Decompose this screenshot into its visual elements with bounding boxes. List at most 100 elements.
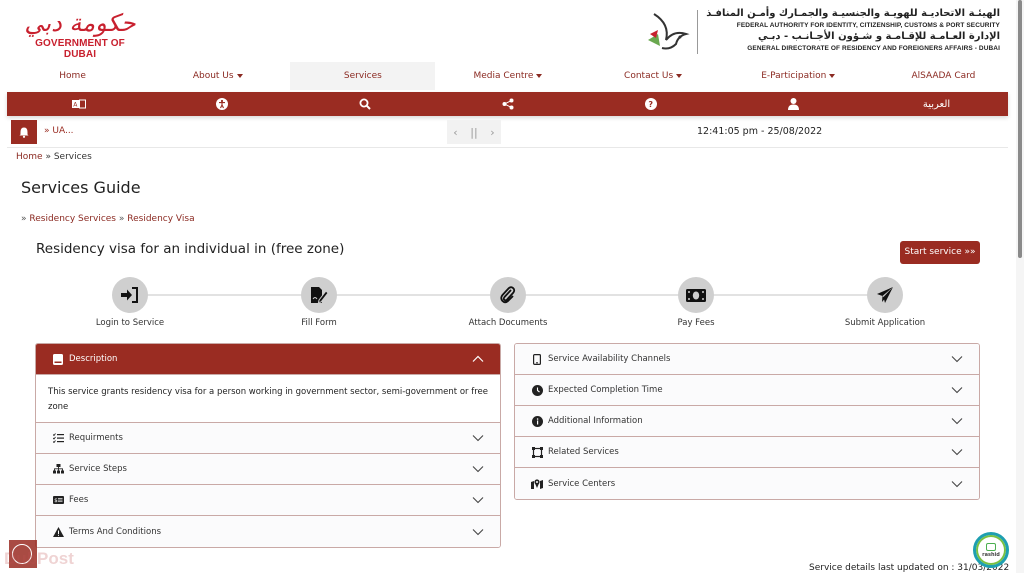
chat-icon [986,542,996,551]
accordion-additional-info-header[interactable]: Additional Information [515,406,979,437]
accordion-requirements-header[interactable]: Requirments [36,423,500,454]
government-of-dubai-logo[interactable]: حكومة دبي GOVERNMENT OF DUBAI [18,8,142,60]
residency-visa-link[interactable]: Residency Visa [127,214,194,224]
nav-alsaada-card[interactable]: AlSAADA Card [871,62,1016,90]
form-edit-icon [311,287,328,304]
nav-about-us[interactable]: About Us [145,62,290,90]
authority-line-ar-1: الهيئـة الاتحاديـة للهويـة والجنسيـة وال… [706,8,1000,19]
share-icon [502,98,513,110]
help-icon: ? [644,98,657,110]
last-updated-text: Service details last updated on : 31/03/… [809,563,1010,573]
accordion-terms-header[interactable]: Terms And Conditions [36,516,500,547]
search-button[interactable] [293,92,436,116]
chevron-down-icon [472,497,484,504]
font-size-button[interactable]: A [7,92,150,116]
site-header: حكومة دبي GOVERNMENT OF DUBAI الهيئـة ال… [0,0,1016,62]
accordion-related-services-header[interactable]: Related Services [515,437,979,468]
ticker-prev-button[interactable]: ‹ [453,126,457,139]
user-icon [788,98,799,110]
breadcrumb-current: Services [53,152,92,162]
ticker-controls: ‹ || › [447,120,501,144]
breadcrumb-home-link[interactable]: Home [16,152,43,162]
accordion-fees-header[interactable]: $ Fees [36,485,500,516]
language-label: العربية [922,98,951,110]
nav-services[interactable]: Services [290,62,436,90]
nav-home-label: Home [59,71,86,81]
caret-down-icon [829,73,836,78]
share-button[interactable] [436,92,579,116]
page-title: Services Guide [21,178,141,197]
book-icon [52,353,64,365]
step-circle [112,277,148,313]
accordion-completion-time-header[interactable]: Expected Completion Time [515,375,979,406]
ticker-pause-button[interactable]: || [470,126,477,139]
nav-alsaada-card-label: AlSAADA Card [911,71,976,81]
gov-logo-english: GOVERNMENT OF DUBAI [35,38,125,60]
rashid-chatbot-button[interactable]: rashid [973,532,1009,568]
nav-home[interactable]: Home [0,62,145,90]
watermark: DubPost [0,540,100,573]
chevron-down-icon [951,356,963,363]
nav-contact-us[interactable]: Contact Us [581,62,726,90]
warning-icon [52,526,64,538]
ticker-news-link[interactable]: » UA... [44,126,74,136]
step-circle [678,277,714,313]
login-icon [121,287,138,303]
step-login: Login to Service [60,277,200,328]
nav-services-label: Services [343,71,382,81]
residency-services-link[interactable]: Residency Services [29,214,116,224]
page: حكومة دبي GOVERNMENT OF DUBAI الهيئـة ال… [0,0,1016,573]
authority-line-en-1: FEDERAL AUTHORITY FOR IDENTITY, CITIZENS… [736,21,1000,29]
description-text: This service grants residency visa for a… [36,375,500,423]
service-steps-flow: Login to Service Fill Form Attach Docume… [35,277,980,333]
chevron-down-icon [472,466,484,473]
accordion-title: Service Availability Channels [548,354,671,364]
ticker-next-button[interactable]: › [490,126,494,139]
accordion-description-header[interactable]: Description [36,344,500,375]
money-icon [686,288,706,302]
accordion-title: Description [69,354,118,364]
svg-text:?: ? [648,100,653,109]
accordion-title: Service Steps [69,464,127,474]
notification-button[interactable] [11,120,37,144]
nav-e-participation[interactable]: E-Participation [726,62,871,90]
accessibility-button[interactable] [150,92,293,116]
scrollbar-thumb[interactable] [1018,0,1022,258]
authority-line-en-2: GENERAL DIRECTORATE OF RESIDENCY AND FOR… [747,44,1000,52]
service-title: Residency visa for an individual in (fre… [36,241,345,257]
accordion-title: Fees [69,495,89,505]
info-icon [531,415,543,427]
start-service-button[interactable]: Start service »» [900,241,980,264]
step-label: Pay Fees [677,318,715,328]
accordion-title: Service Centers [548,478,616,489]
vector-square-icon [531,446,543,458]
chevron-down-icon [472,435,484,442]
chevron-down-icon [951,387,963,394]
help-button[interactable]: ? [579,92,722,116]
language-switch-button[interactable]: العربية [865,92,1008,116]
accordion-title: Expected Completion Time [548,385,663,395]
caret-down-icon [236,73,243,78]
nav-media-centre[interactable]: Media Centre [435,62,580,90]
chevron-up-icon [472,355,484,362]
user-login-button[interactable] [722,92,865,116]
accordion-title: Requirments [69,433,123,443]
service-category-breadcrumb: » Residency Services » Residency Visa [21,214,195,224]
accordion-service-centers-header[interactable]: Service Centers [515,468,979,499]
authority-name: الهيئـة الاتحاديـة للهويـة والجنسيـة وال… [700,8,1000,54]
gov-logo-arabic: حكومة دبي [24,9,136,37]
step-label: Fill Form [301,318,337,328]
service-details-accordion-left: Description This service grants residenc… [35,343,501,548]
font-size-icon: A [71,99,86,109]
page-scrollbar[interactable] [1016,0,1024,573]
accordion-availability-channels-header[interactable]: Service Availability Channels [515,344,979,375]
logo-divider [697,10,698,54]
step-label: Attach Documents [468,318,548,328]
map-location-icon [531,478,543,490]
sitemap-icon [52,463,64,475]
step-pay-fees: Pay Fees [626,277,766,328]
federal-authority-logo[interactable]: الهيئـة الاتحاديـة للهويـة والجنسيـة وال… [640,6,1010,56]
accordion-service-steps-header[interactable]: Service Steps [36,454,500,485]
breadcrumb-separator: » [42,152,54,162]
bell-icon [19,127,29,138]
